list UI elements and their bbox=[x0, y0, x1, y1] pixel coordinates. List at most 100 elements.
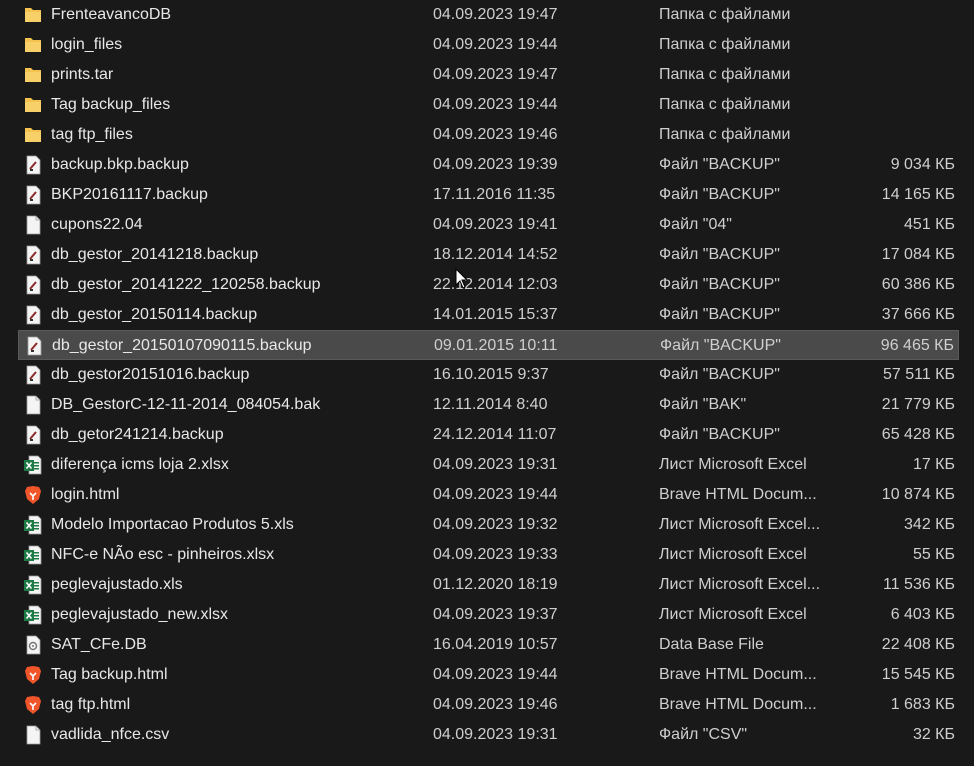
file-size: 451 КБ bbox=[904, 216, 955, 233]
backup-file-icon bbox=[26, 275, 41, 295]
file-type: Лист Microsoft Excel... bbox=[659, 516, 821, 533]
mouse-pointer-icon bbox=[455, 268, 469, 289]
brave-icon bbox=[25, 486, 41, 504]
file-date-modified: 01.12.2020 18:19 bbox=[433, 576, 558, 593]
brave-icon bbox=[25, 666, 41, 684]
file-name: vadlida_nfce.csv bbox=[51, 726, 170, 743]
excel-icon bbox=[24, 455, 42, 475]
folder-icon bbox=[25, 68, 41, 82]
file-name: DB_GestorC-12-11-2014_084054.bak bbox=[51, 396, 321, 413]
file-date-modified: 14.01.2015 15:37 bbox=[433, 306, 558, 323]
file-name: Tag backup.html bbox=[51, 666, 168, 683]
file-row[interactable]: login_files 04.09.2023 19:44 Папка с файла… bbox=[18, 30, 959, 60]
file-date-modified: 22.12.2014 12:03 bbox=[433, 276, 558, 293]
file-name: tag ftp.html bbox=[51, 696, 131, 713]
file-row[interactable]: cupons22.04 04.09.2023 19:41 Файл "04" 451 … bbox=[18, 210, 959, 240]
file-name: db_gestor20151016.backup bbox=[51, 366, 250, 383]
backup-file-icon bbox=[27, 336, 42, 356]
file-date-modified: 12.11.2014 8:40 bbox=[433, 396, 548, 413]
file-row[interactable]: BKP20161117.backup 17.11.2016 11:35 Файл "… bbox=[18, 180, 959, 210]
excel-icon bbox=[24, 575, 42, 595]
file-row[interactable]: FrenteavancoDB 04.09.2023 19:47 Папка с фа… bbox=[18, 0, 959, 30]
file-name: FrenteavancoDB bbox=[51, 6, 172, 23]
file-type: Файл "BACKUP" bbox=[659, 156, 780, 173]
file-row[interactable]: db_gestor20151016.backup 16.10.2015 9:37 Ф… bbox=[18, 360, 959, 390]
file-size: 1 683 КБ bbox=[890, 696, 955, 713]
file-date-modified: 04.09.2023 19:44 bbox=[433, 486, 558, 503]
file-row[interactable]: db_gestor_20141222_120258.backup 22.12.20… bbox=[18, 270, 959, 300]
file-row[interactable]: NFC-e NÃo esc - pinheiros.xlsx 04.09.2023… bbox=[18, 540, 959, 570]
backup-file-icon bbox=[26, 365, 41, 385]
file-type: Лист Microsoft Excel bbox=[659, 546, 807, 563]
file-name: db_gestor_20141218.backup bbox=[51, 246, 259, 263]
file-size: 22 408 КБ bbox=[881, 636, 955, 653]
file-date-modified: 18.12.2014 14:52 bbox=[433, 246, 558, 263]
file-type: Папка с файлами bbox=[659, 126, 791, 143]
file-date-modified: 04.09.2023 19:46 bbox=[433, 696, 558, 713]
file-date-modified: 24.12.2014 11:07 bbox=[433, 426, 557, 443]
file-name: prints.tar bbox=[51, 66, 114, 83]
file-row[interactable]: db_gestor_20141218.backup 18.12.2014 14:5… bbox=[18, 240, 959, 270]
file-row[interactable]: tag ftp_files 04.09.2023 19:46 Папка с фай… bbox=[18, 120, 959, 150]
file-row[interactable]: db_gestor_20150107090115.backup 09.01.201… bbox=[18, 330, 959, 360]
database-file-icon bbox=[26, 635, 41, 655]
brave-icon bbox=[25, 696, 41, 714]
file-type: Файл "BAK" bbox=[659, 396, 747, 413]
file-date-modified: 04.09.2023 19:32 bbox=[433, 516, 558, 533]
file-name: NFC-e NÃo esc - pinheiros.xlsx bbox=[51, 546, 275, 563]
file-row[interactable]: vadlida_nfce.csv 04.09.2023 19:31 Файл "CS… bbox=[18, 720, 959, 750]
file-name: Modelo Importacao Produtos 5.xls bbox=[51, 516, 294, 533]
file-size: 6 403 КБ bbox=[890, 606, 955, 623]
file-name: backup.bkp.backup bbox=[51, 156, 189, 173]
backup-file-icon bbox=[26, 155, 41, 175]
file-row[interactable]: peglevajustado.xls 01.12.2020 18:19 Лист M… bbox=[18, 570, 959, 600]
file-row[interactable]: backup.bkp.backup 04.09.2023 19:39 Файл "B… bbox=[18, 150, 959, 180]
file-date-modified: 04.09.2023 19:44 bbox=[433, 666, 558, 683]
file-row[interactable]: db_getor241214.backup 24.12.2014 11:07 Фай… bbox=[18, 420, 959, 450]
folder-icon bbox=[25, 8, 41, 22]
excel-icon bbox=[24, 545, 42, 565]
file-date-modified: 04.09.2023 19:46 bbox=[433, 126, 558, 143]
file-row[interactable]: tag ftp.html 04.09.2023 19:46 Brave HTML D… bbox=[18, 690, 959, 720]
file-name: SAT_CFe.DB bbox=[51, 636, 147, 653]
file-row[interactable]: DB_GestorC-12-11-2014_084054.bak 12.11.20… bbox=[18, 390, 959, 420]
file-date-modified: 09.01.2015 10:11 bbox=[434, 337, 558, 354]
file-row[interactable]: peglevajustado_new.xlsx 04.09.2023 19:37 Л… bbox=[18, 600, 959, 630]
file-size: 15 545 КБ bbox=[881, 666, 955, 683]
file-date-modified: 04.09.2023 19:44 bbox=[433, 36, 558, 53]
file-date-modified: 04.09.2023 19:31 bbox=[433, 726, 558, 743]
file-date-modified: 17.11.2016 11:35 bbox=[433, 186, 556, 203]
file-row[interactable]: login.html 04.09.2023 19:44 Brave HTML Doc… bbox=[18, 480, 959, 510]
file-size: 11 536 КБ bbox=[882, 576, 955, 593]
file-row[interactable]: db_gestor_20150114.backup 14.01.2015 15:3… bbox=[18, 300, 959, 330]
file-type: Brave HTML Docum... bbox=[659, 666, 817, 683]
file-type: Папка с файлами bbox=[659, 6, 791, 23]
file-type: Папка с файлами bbox=[659, 96, 791, 113]
file-row[interactable]: Tag backup.html 04.09.2023 19:44 Brave HTM… bbox=[18, 660, 959, 690]
file-name: db_getor241214.backup bbox=[51, 426, 224, 443]
file-type: Файл "BACKUP" bbox=[659, 306, 780, 323]
backup-file-icon bbox=[26, 185, 41, 205]
folder-icon bbox=[25, 98, 41, 112]
file-type: Файл "BACKUP" bbox=[659, 186, 780, 203]
file-type: Data Base File bbox=[659, 636, 764, 653]
blank-file-icon bbox=[26, 395, 41, 415]
file-date-modified: 04.09.2023 19:47 bbox=[433, 66, 558, 83]
file-type: Файл "BACKUP" bbox=[659, 276, 780, 293]
file-row[interactable]: SAT_CFe.DB 16.04.2019 10:57 Data Base File… bbox=[18, 630, 959, 660]
file-type: Файл "BACKUP" bbox=[659, 426, 780, 443]
file-date-modified: 16.04.2019 10:57 bbox=[433, 636, 558, 653]
file-row[interactable]: diferença icms loja 2.xlsx 04.09.2023 19:… bbox=[18, 450, 959, 480]
file-date-modified: 04.09.2023 19:37 bbox=[433, 606, 558, 623]
file-size: 10 874 КБ bbox=[881, 486, 955, 503]
file-row[interactable]: Modelo Importacao Produtos 5.xls 04.09.20… bbox=[18, 510, 959, 540]
file-type: Лист Microsoft Excel... bbox=[659, 576, 821, 593]
file-type: Лист Microsoft Excel bbox=[659, 456, 807, 473]
file-size: 9 034 КБ bbox=[890, 156, 955, 173]
file-size: 65 428 КБ bbox=[881, 426, 955, 443]
file-name: Tag backup_files bbox=[51, 96, 171, 113]
file-row[interactable]: Tag backup_files 04.09.2023 19:44 Папка с … bbox=[18, 90, 959, 120]
file-row[interactable]: prints.tar 04.09.2023 19:47 Папка с файлам… bbox=[18, 60, 959, 90]
file-date-modified: 04.09.2023 19:47 bbox=[433, 6, 558, 23]
file-size: 17 084 КБ bbox=[881, 246, 955, 263]
